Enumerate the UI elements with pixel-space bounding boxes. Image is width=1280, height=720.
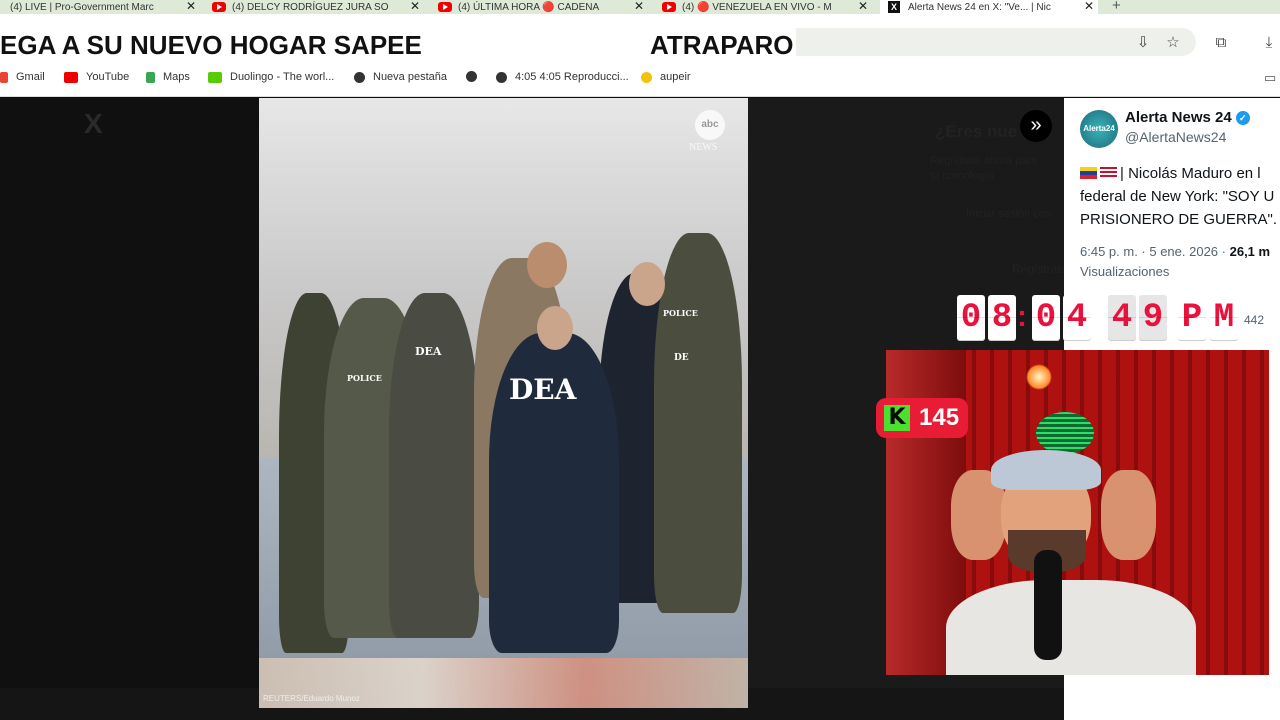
- new-tab-button[interactable]: +: [1112, 0, 1121, 14]
- gmail-icon: [0, 71, 8, 83]
- webcam-streamer-shirt: [946, 580, 1196, 675]
- close-tab-icon[interactable]: ✕: [634, 0, 644, 13]
- clock-colon: :: [1017, 300, 1027, 333]
- tab-label: (4) 🔴 VENEZUELA EN VIVO - M: [682, 1, 832, 13]
- verified-badge-icon: ✓: [1235, 111, 1250, 125]
- viewer-count: 145: [919, 404, 960, 431]
- webcam-microphone: [1034, 550, 1062, 660]
- webcam-lamp: [1026, 364, 1052, 390]
- extensions-icon[interactable]: ⧉: [1212, 34, 1230, 52]
- tab-label: Alerta News 24 en X: "Ve... | Nic: [908, 1, 1051, 13]
- author-handle[interactable]: @AlertaNews24: [1125, 129, 1226, 145]
- tab-live-pro-government[interactable]: (4) LIVE | Pro-Government Marc ✕: [0, 0, 200, 14]
- bookmark-nueva-pestana[interactable]: Nueva pestaña: [354, 71, 447, 83]
- news-photo: DEA DEA POLICE POLICE DE abc NEWS REUTER…: [259, 98, 748, 708]
- address-toolbar: ⇩ ☆ ⧉ ⤓: [796, 14, 1280, 70]
- bookmark-unnamed[interactable]: [466, 71, 485, 82]
- maps-icon: [146, 71, 155, 83]
- kick-logo-icon: K: [884, 405, 910, 431]
- next-image-button[interactable]: »: [1020, 110, 1052, 142]
- clock-digit: 4: [1063, 295, 1091, 341]
- clock-digit: 0: [957, 295, 985, 341]
- tab-label: (4) ÚLTIMA HORA 🔴 CADENA: [458, 1, 600, 13]
- tab-alerta-news[interactable]: X Alerta News 24 en X: "Ve... | Nic ✕: [880, 0, 1098, 14]
- dimmed-signin-button: Iniciar sesión con: [966, 208, 1051, 220]
- bookmark-duolingo[interactable]: Duolingo - The worl...: [208, 71, 334, 83]
- browser-tab-bar: (4) LIVE | Pro-Government Marc ✕ (4) DEL…: [0, 0, 1280, 14]
- close-tab-icon[interactable]: ✕: [186, 0, 196, 13]
- webcam-streamer-hand: [1101, 470, 1156, 560]
- bookmark-maps[interactable]: Maps: [146, 71, 190, 83]
- headline-left-text: EGA A SU NUEVO HOGAR SAPEE: [0, 30, 422, 60]
- download-icon[interactable]: ⤓: [1260, 34, 1278, 52]
- tab-label: (4) LIVE | Pro-Government Marc: [10, 1, 154, 13]
- webcam-streamer-cap: [991, 450, 1101, 490]
- photo-figure: [527, 242, 567, 288]
- usa-flag-icon: [1100, 167, 1117, 179]
- globe-icon: [354, 71, 365, 83]
- dimmed-heading: ¿Eres nue: [935, 122, 1018, 141]
- globe-icon: [466, 71, 477, 82]
- dimmed-subtext: tu cronología: [930, 170, 994, 182]
- youtube-icon: [212, 2, 226, 12]
- install-app-icon[interactable]: ⇩: [1134, 34, 1152, 52]
- clock-digit: P: [1178, 295, 1206, 341]
- youtube-icon: [438, 2, 452, 12]
- clock-digit: 9: [1139, 295, 1167, 341]
- avatar[interactable]: Alerta24: [1080, 110, 1118, 148]
- youtube-icon: [64, 71, 78, 83]
- photo-figure: [629, 262, 665, 306]
- tweet-timestamp[interactable]: 6:45 p. m. · 5 ene. 2026 · 26,1 m: [1080, 244, 1270, 259]
- bookmark-star-icon[interactable]: ☆: [1164, 34, 1182, 52]
- venezuela-flag-icon: [1080, 167, 1097, 179]
- reply-count: 442: [1244, 313, 1265, 327]
- folder-icon[interactable]: ▭: [1264, 70, 1276, 86]
- clock-digit: 0: [1032, 295, 1060, 341]
- vest-label: POLICE: [663, 308, 698, 318]
- bookmark-reproduccion[interactable]: 4:05 4:05 Reproducci...: [496, 71, 629, 83]
- photo-figure: [654, 233, 742, 613]
- webcam-green-light: [1036, 412, 1094, 454]
- clock-digit: 8: [988, 295, 1016, 341]
- photo-credit: REUTERS/Eduardo Munoz: [263, 694, 360, 703]
- vest-label: POLICE: [347, 373, 382, 383]
- close-tab-icon[interactable]: ✕: [410, 0, 420, 13]
- tab-label: (4) DELCY RODRÍGUEZ JURA SO: [232, 1, 389, 13]
- bookmarks-bar: Gmail YouTube Maps Duolingo - The worl..…: [0, 70, 1280, 97]
- tweet-text: | Nicolás Maduro en l federal de New Yor…: [1080, 165, 1278, 228]
- abc-news-logo-sub: NEWS: [689, 142, 718, 153]
- clock-digit: M: [1210, 295, 1238, 341]
- vest-label: DEA: [509, 373, 577, 406]
- vest-label: DE: [674, 353, 689, 363]
- youtube-icon: [662, 2, 676, 12]
- bookmark-aupeir[interactable]: aupeir: [641, 71, 691, 83]
- kick-viewer-badge: K 145: [876, 398, 968, 438]
- views-label: Visualizaciones: [1080, 264, 1170, 279]
- photo-figure: [537, 306, 573, 350]
- globe-icon: [496, 71, 507, 83]
- close-tab-icon[interactable]: ✕: [1084, 0, 1094, 13]
- bookmark-gmail[interactable]: Gmail: [0, 71, 45, 83]
- abc-news-logo: abc: [695, 110, 725, 140]
- tab-delcy-rodriguez[interactable]: (4) DELCY RODRÍGUEZ JURA SO ✕: [212, 0, 424, 14]
- author-name[interactable]: Alerta News 24 ✓: [1125, 109, 1250, 126]
- vest-label: DEA: [415, 345, 442, 358]
- tab-venezuela-en-vivo[interactable]: (4) 🔴 VENEZUELA EN VIVO - M ✕: [662, 0, 872, 14]
- clock-digit: 4: [1108, 295, 1136, 341]
- dimmed-subtext: Regístrate ahora para: [930, 155, 1038, 167]
- x-logo-icon: X: [888, 1, 900, 13]
- tab-ultima-hora[interactable]: (4) ÚLTIMA HORA 🔴 CADENA ✕: [438, 0, 648, 14]
- stream-headline-banner: EGA A SU NUEVO HOGAR SAPEE ATRAPARO: [0, 14, 796, 70]
- close-viewer-icon[interactable]: X: [84, 108, 103, 140]
- dimmed-register-button: Regístrate: [1012, 262, 1068, 276]
- bookmark-youtube[interactable]: YouTube: [64, 71, 129, 83]
- headline-right-text: ATRAPARO: [650, 30, 794, 60]
- duolingo-icon: [208, 71, 222, 83]
- close-tab-icon[interactable]: ✕: [858, 0, 868, 13]
- aupeir-icon: [641, 71, 652, 83]
